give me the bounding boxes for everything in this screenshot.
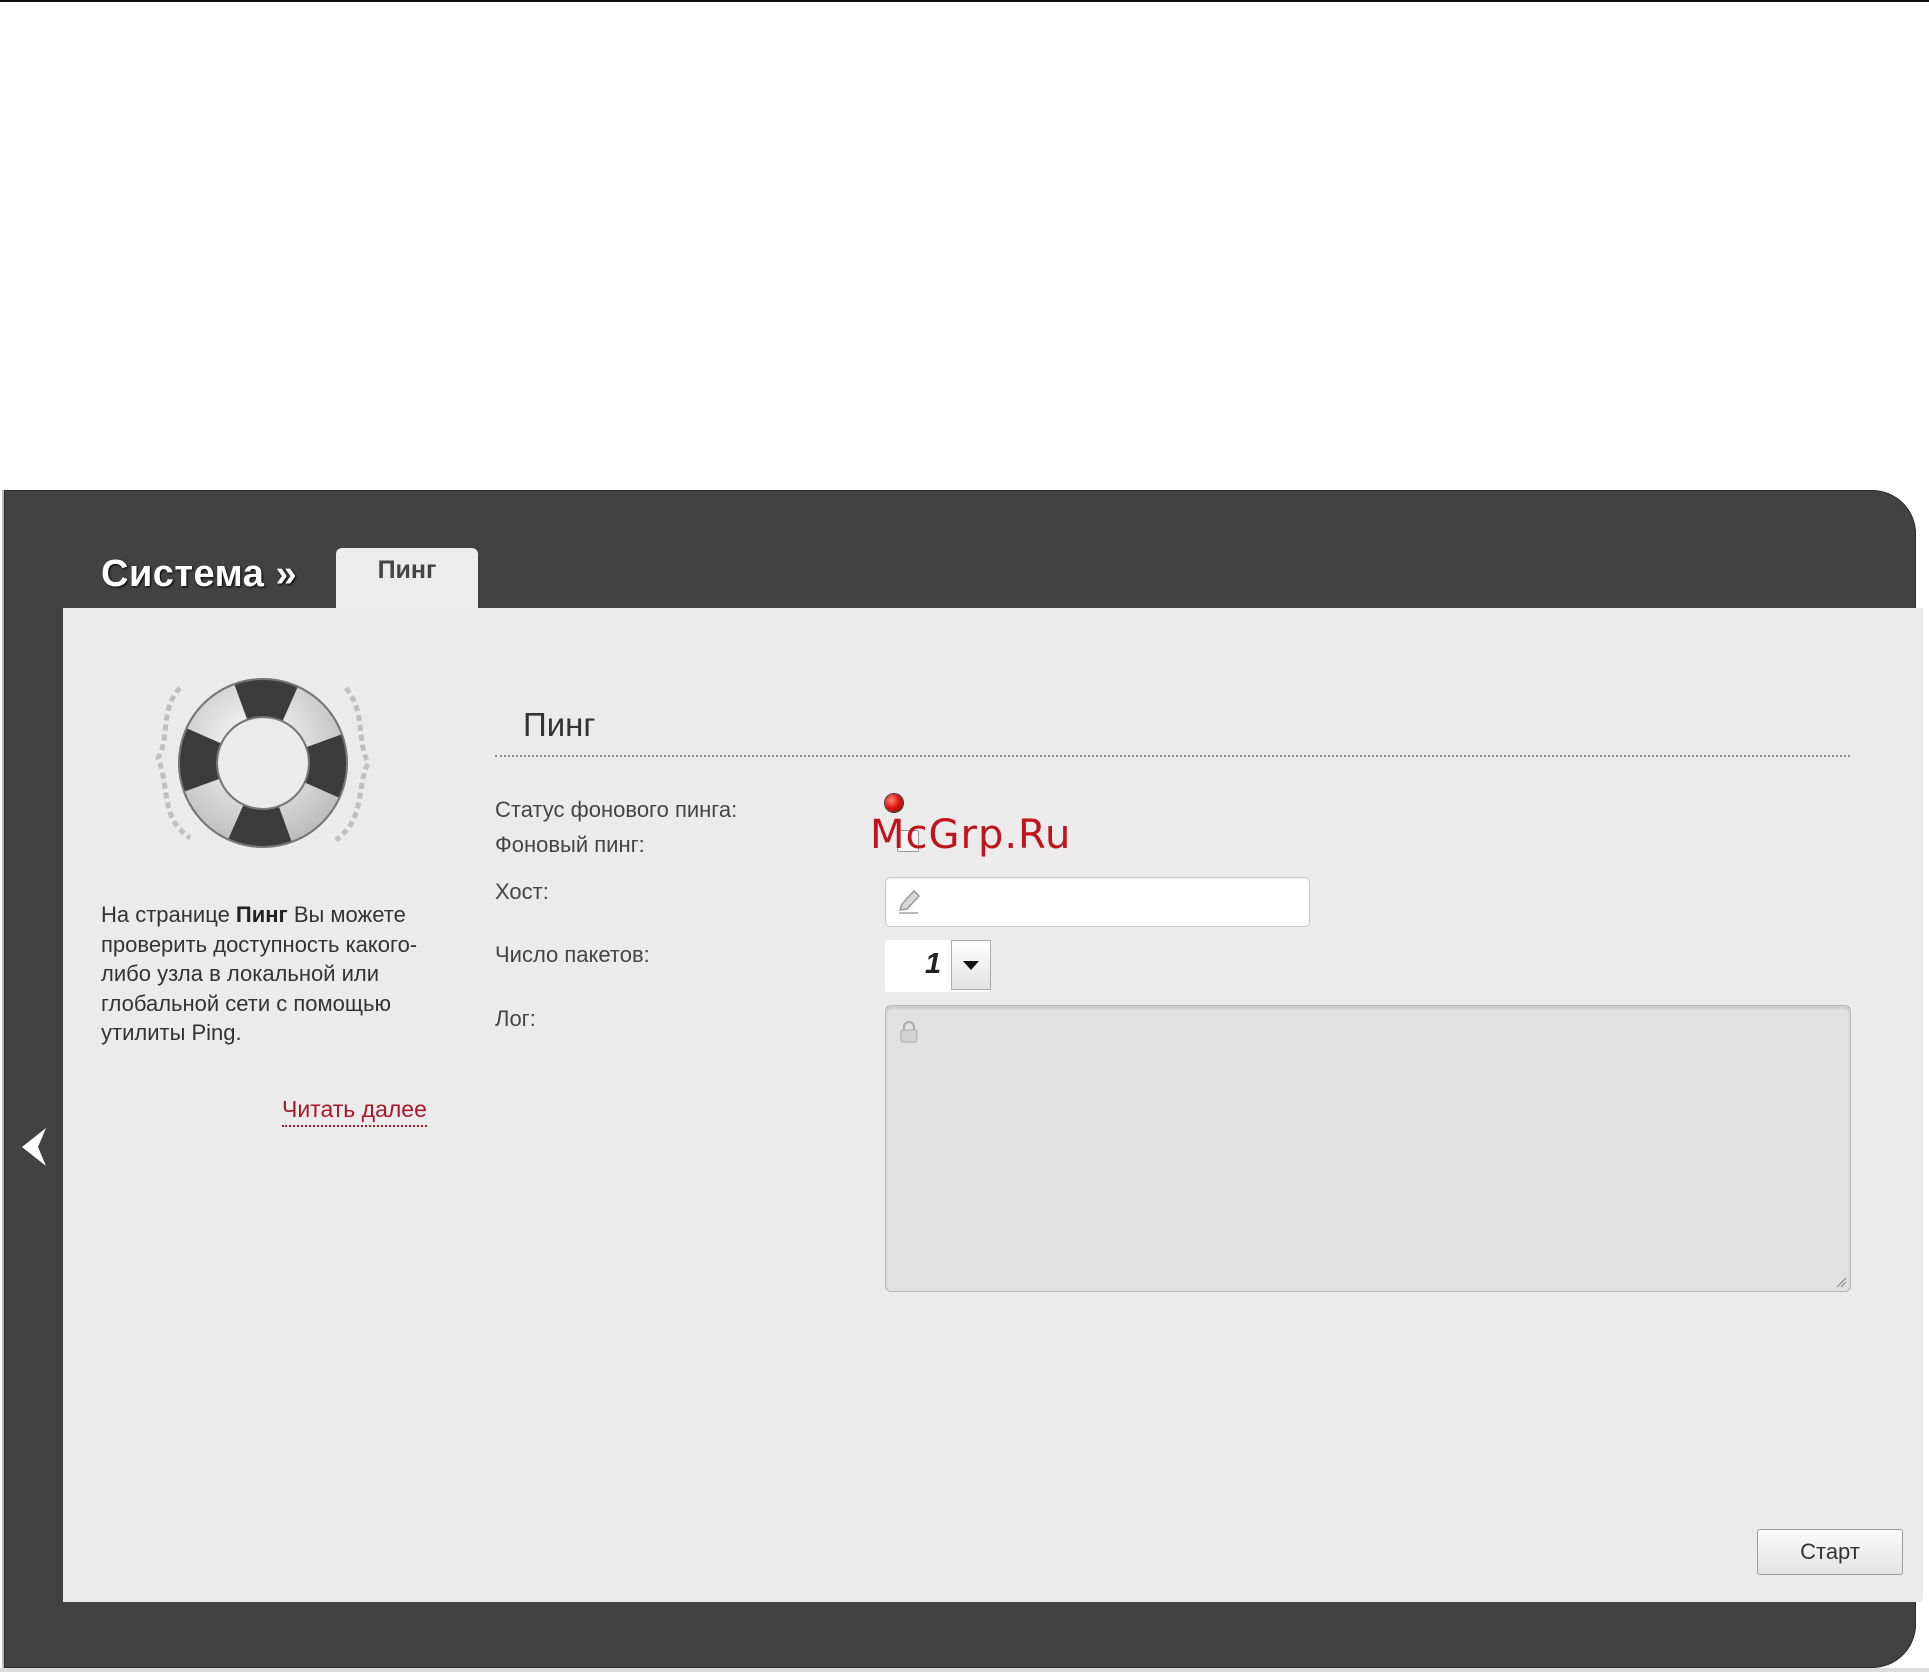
breadcrumb[interactable]: Система » <box>101 553 297 596</box>
packets-select[interactable]: 1 <box>885 940 991 992</box>
read-more-link[interactable]: Читать далее <box>282 1096 427 1127</box>
tab-ping[interactable]: Пинг <box>336 548 478 610</box>
status-indicator-icon <box>885 794 903 812</box>
start-button[interactable]: Старт <box>1757 1529 1903 1575</box>
host-label: Хост: <box>495 879 549 904</box>
packets-dropdown-button[interactable] <box>951 940 991 990</box>
host-input[interactable] <box>885 877 1310 927</box>
frame-bottom-strip <box>0 1668 1929 1672</box>
tab-ping-label: Пинг <box>377 555 437 584</box>
watermark: McGrp.Ru <box>870 812 1072 858</box>
packets-label: Число пакетов: <box>495 942 650 967</box>
resize-grip-icon[interactable] <box>1835 1276 1847 1288</box>
pencil-icon <box>898 889 921 914</box>
background-ping-label: Фоновый пинг: <box>495 832 645 857</box>
packets-value: 1 <box>925 948 942 980</box>
status-label: Статус фонового пинга: <box>495 797 738 822</box>
lifebuoy-icon <box>155 678 371 848</box>
lock-icon <box>900 1021 918 1043</box>
chevron-left-icon[interactable] <box>16 1124 50 1170</box>
top-rule <box>0 0 1929 2</box>
log-textarea[interactable] <box>885 1005 1851 1292</box>
log-label: Лог: <box>495 1006 536 1031</box>
caret-down-icon <box>963 961 979 970</box>
help-text: На странице Пинг Вы можете проверить дос… <box>101 902 418 1045</box>
section-title: Пинг <box>523 706 596 743</box>
section-divider <box>495 755 1850 757</box>
